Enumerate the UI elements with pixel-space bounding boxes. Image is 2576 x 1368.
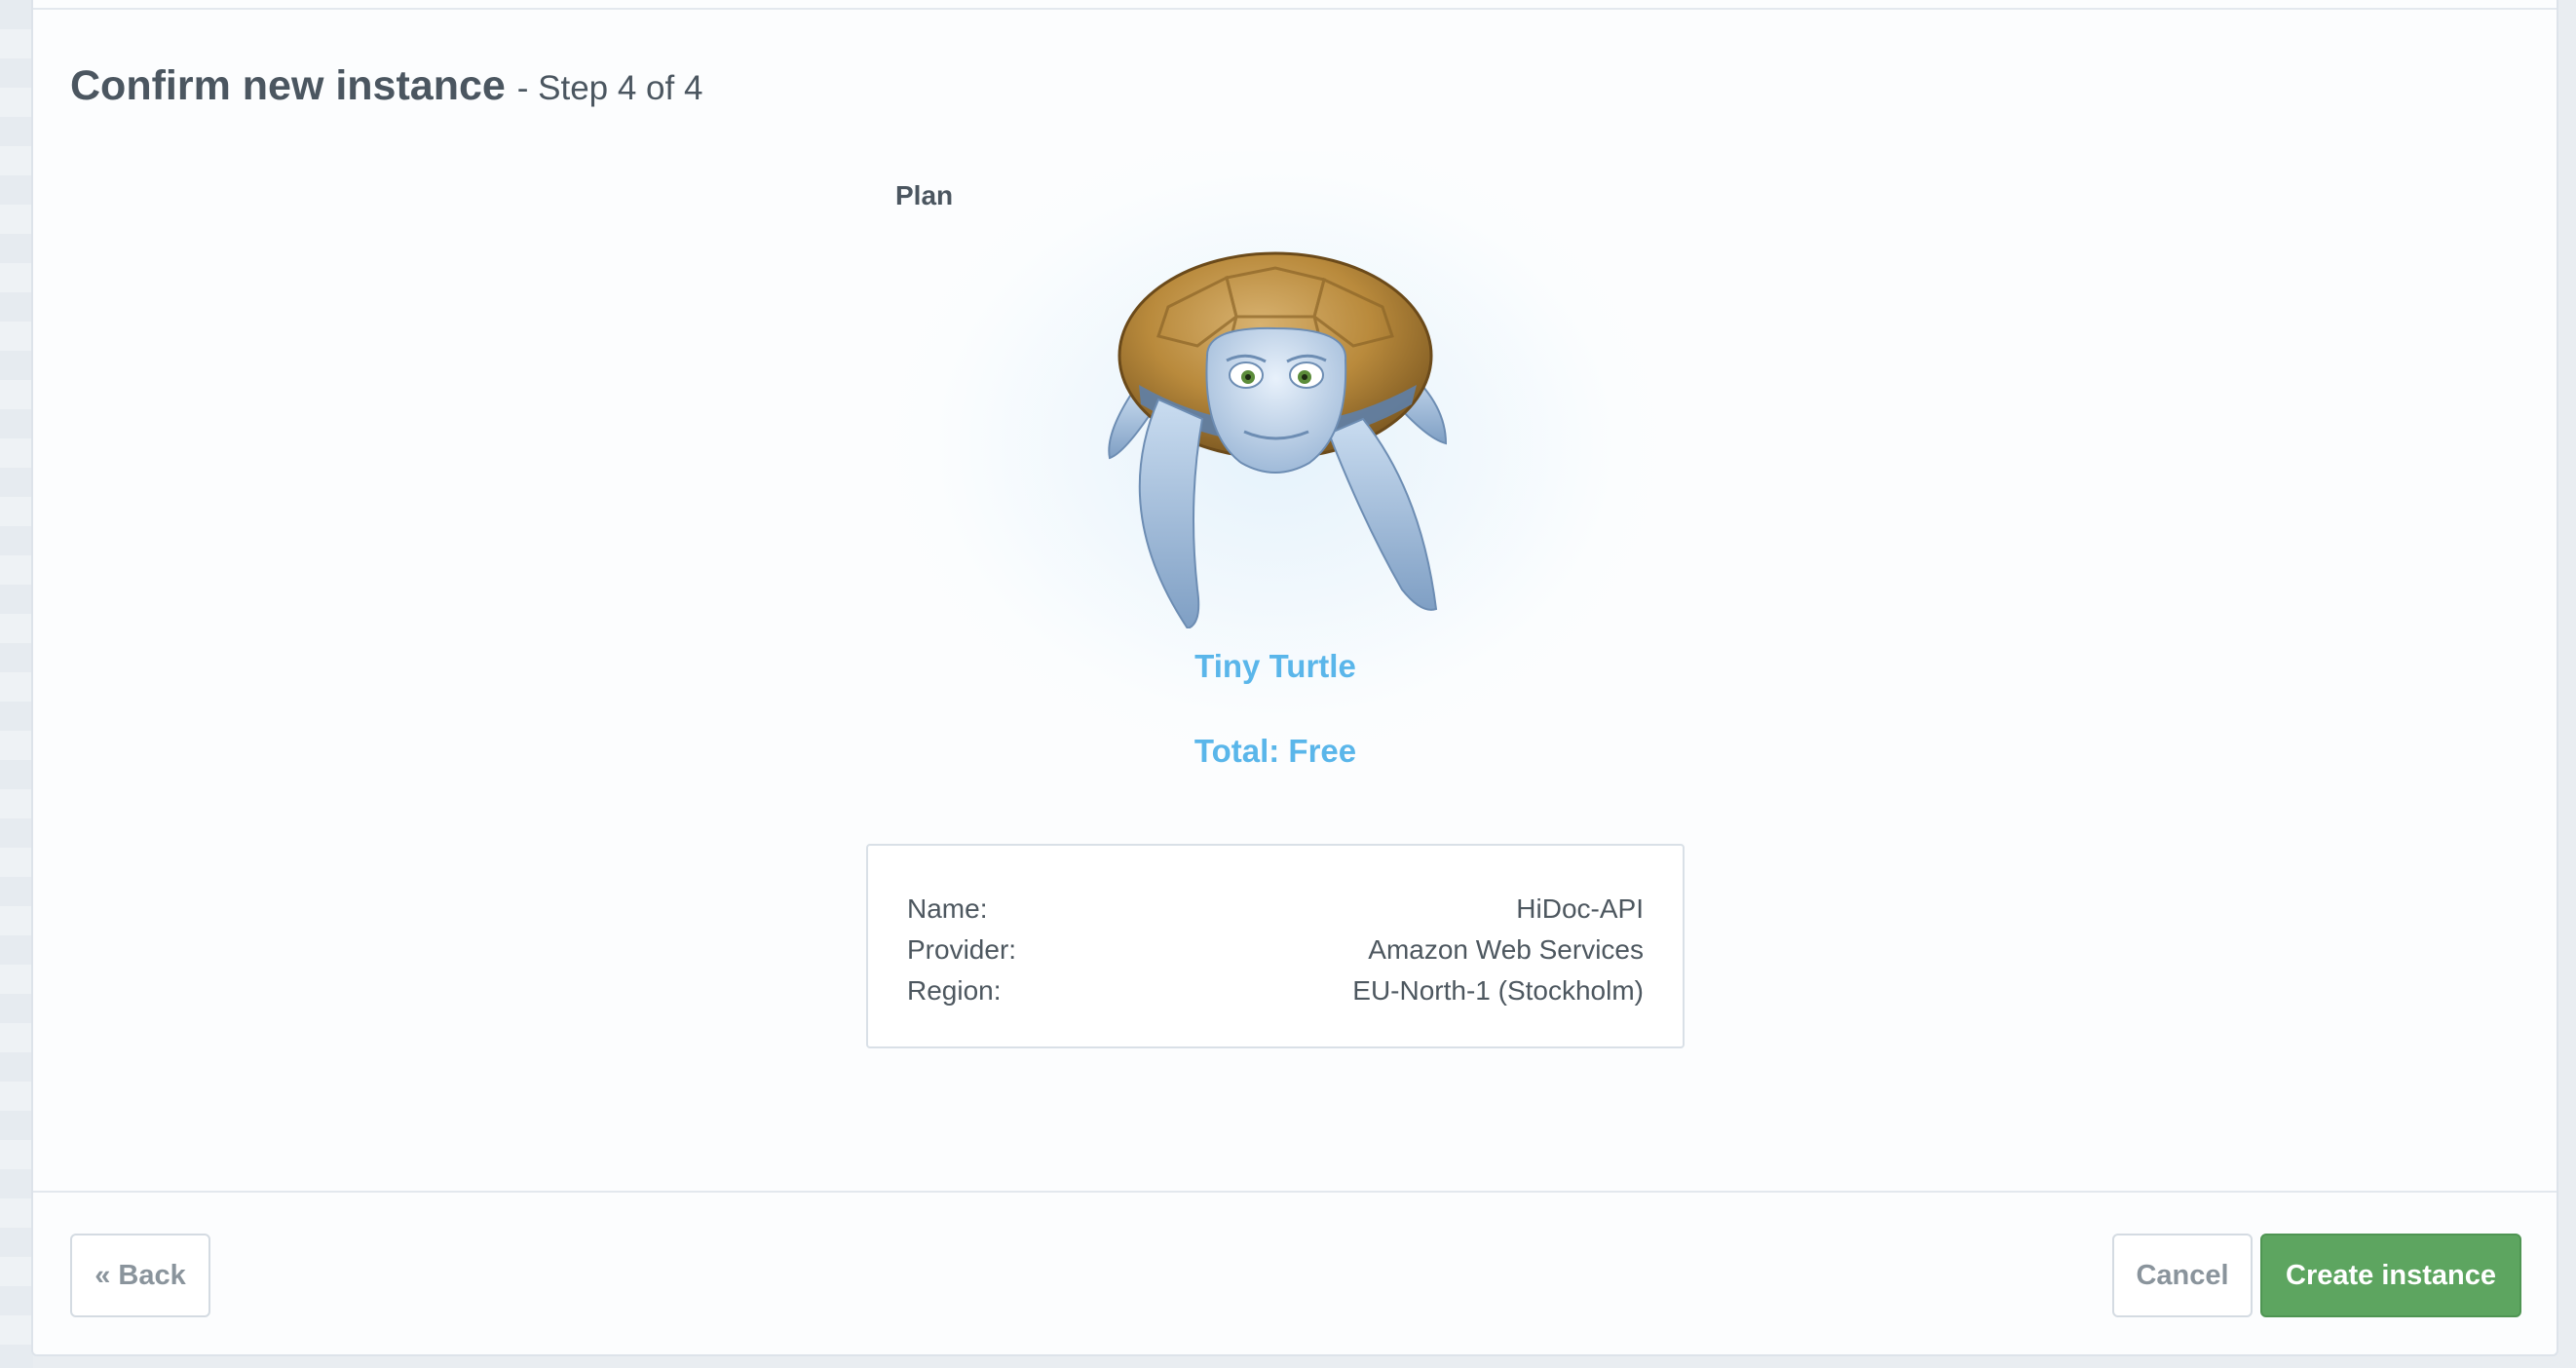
- turtle-mascot-icon: [1108, 251, 1448, 628]
- page-title-text: Confirm new instance: [70, 62, 506, 109]
- cancel-button[interactable]: Cancel: [2112, 1234, 2253, 1317]
- footer-divider: [33, 1191, 2557, 1193]
- plan-name: Tiny Turtle: [1194, 648, 1356, 684]
- summary-row-region: Region: EU-North-1 (Stockholm): [907, 970, 1644, 1011]
- page-title: Confirm new instance - Step 4 of 4: [70, 58, 702, 116]
- summary-label: Provider:: [907, 934, 1017, 965]
- plan-panel: Plan Tiny Turtle Total: Free: [866, 151, 1685, 833]
- page-background: [0, 0, 33, 1368]
- summary-value: Amazon Web Services: [1368, 934, 1644, 965]
- summary-label: Name:: [907, 893, 988, 924]
- create-instance-button[interactable]: Create instance: [2260, 1234, 2521, 1317]
- back-button[interactable]: « Back: [70, 1234, 210, 1317]
- summary-label: Region:: [907, 975, 1002, 1006]
- summary-value: EU-North-1 (Stockholm): [1352, 975, 1644, 1006]
- summary-row-name: Name: HiDoc-API: [907, 889, 1644, 930]
- plan-section-label: Plan: [895, 180, 954, 210]
- step-indicator: - Step 4 of 4: [516, 69, 703, 107]
- summary-row-provider: Provider: Amazon Web Services: [907, 930, 1644, 970]
- wizard-card: Confirm new instance - Step 4 of 4 Plan: [31, 0, 2558, 1356]
- instance-summary: Name: HiDoc-API Provider: Amazon Web Ser…: [866, 844, 1685, 1048]
- summary-value: HiDoc-API: [1516, 893, 1644, 924]
- plan-total: Total: Free: [1193, 733, 1357, 769]
- top-divider: [33, 8, 2557, 10]
